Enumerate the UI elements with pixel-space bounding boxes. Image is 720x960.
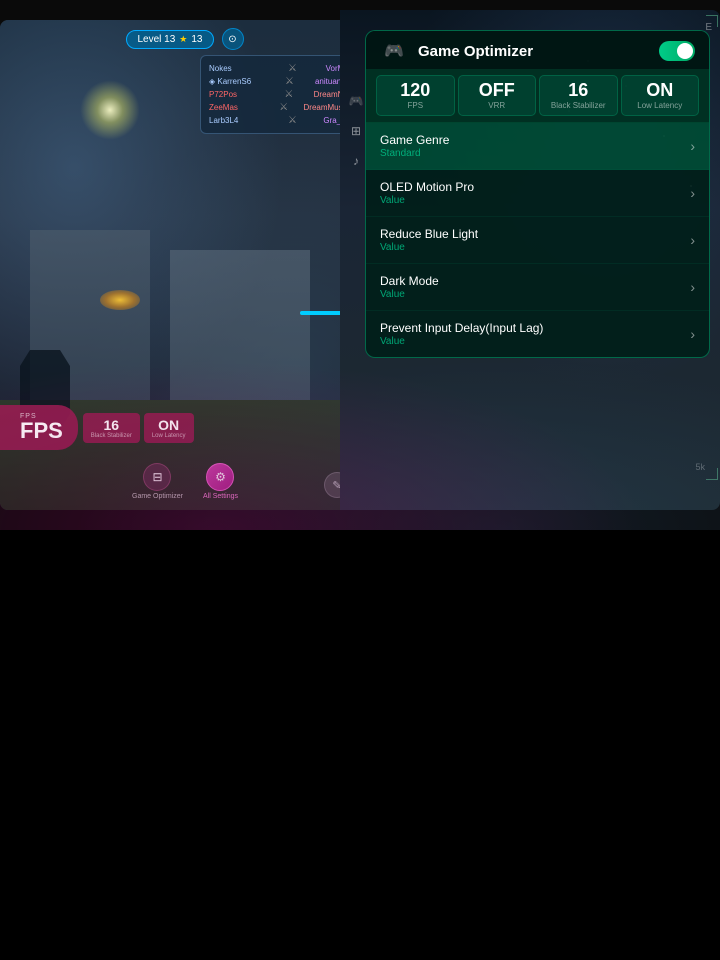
- menu-item-game-genre[interactable]: Game Genre Standard ›: [366, 123, 709, 170]
- side-icon-gamepad[interactable]: 🎮: [345, 90, 367, 112]
- score-row: Larb3L4 ⚔ Gra_YL: [209, 115, 351, 126]
- weapon-icon: ⚔: [288, 115, 297, 126]
- side-icon-display[interactable]: ⊞: [345, 120, 367, 142]
- hud-top-bar: Level 13 ★ 13 ⊙: [0, 28, 370, 50]
- head-icon: ⊙: [222, 28, 244, 50]
- player-name-enemy: ZeeMas: [209, 103, 264, 112]
- score-row: ZeeMas ⚔ DreamMus ▶: [209, 102, 351, 113]
- score-display: 13: [191, 34, 202, 45]
- bottom-glow: [0, 330, 720, 530]
- toggle-switch[interactable]: [659, 41, 695, 61]
- weapon-icon: ⚔: [285, 76, 294, 87]
- game-optimizer-panel: 🎮 Game Optimizer 120 FPS OFF VRR: [365, 30, 710, 358]
- menu-item-dark-mode-title: Dark Mode: [380, 274, 439, 288]
- vrr-stat-value: OFF: [479, 81, 515, 99]
- black-stab-stat-label: Black Stabilizer: [551, 101, 606, 110]
- latency-stat-label: Low Latency: [637, 101, 682, 110]
- side-icon-speaker[interactable]: ♪: [345, 150, 367, 172]
- menu-item-reduce-blue-light-content: Reduce Blue Light Value: [380, 227, 478, 253]
- score-row: Nokes ⚔ VorMat: [209, 63, 351, 74]
- menu-item-reduce-blue-light-value: Value: [380, 242, 478, 253]
- fps-stat-label: FPS: [407, 101, 423, 110]
- panel-title: Game Optimizer: [418, 43, 533, 60]
- fps-stat-item: 120 FPS: [376, 75, 455, 116]
- menu-item-game-genre-title: Game Genre: [380, 133, 449, 147]
- scoreboard: Nokes ⚔ VorMat ◈ KarrenS6 ⚔ anituanS2 P7…: [200, 55, 360, 134]
- menu-item-dark-mode-value: Value: [380, 289, 439, 300]
- optimizer-stats-bar: 120 FPS OFF VRR 16 Black Stabilizer ON L…: [366, 69, 709, 123]
- chevron-right-icon: ›: [690, 232, 695, 248]
- weapon-icon: ⚔: [288, 63, 297, 74]
- menu-item-reduce-blue-light-title: Reduce Blue Light: [380, 227, 478, 241]
- chevron-right-icon: ›: [690, 279, 695, 295]
- menu-item-dark-mode-content: Dark Mode Value: [380, 274, 439, 300]
- black-stab-stat-item: 16 Black Stabilizer: [539, 75, 618, 116]
- menu-item-dark-mode[interactable]: Dark Mode Value ›: [366, 264, 709, 311]
- flashlight-effect: [80, 80, 140, 140]
- latency-stat-item: ON Low Latency: [621, 75, 700, 116]
- menu-item-game-genre-content: Game Genre Standard: [380, 133, 449, 159]
- weapon-icon: ⚔: [284, 89, 293, 100]
- player-name: Larb3L4: [209, 116, 264, 125]
- menu-item-oled-motion-title: OLED Motion Pro: [380, 180, 474, 194]
- weapon-icon: ⚔: [279, 102, 288, 113]
- menu-item-game-genre-value: Standard: [380, 148, 449, 159]
- level-text: Level 13: [137, 34, 175, 45]
- gamepad-icon: 🎮: [380, 41, 408, 61]
- toggle-knob: [677, 43, 693, 59]
- score-row: P72Pos ⚔ DreamNSt: [209, 89, 351, 100]
- slider-fill: [300, 311, 342, 315]
- menu-item-reduce-blue-light[interactable]: Reduce Blue Light Value ›: [366, 217, 709, 264]
- score-row: ◈ KarrenS6 ⚔ anituanS2: [209, 76, 351, 87]
- vrr-stat-item: OFF VRR: [458, 75, 537, 116]
- panel-header-left: 🎮 Game Optimizer: [380, 41, 533, 61]
- level-badge: Level 13 ★ 13: [126, 30, 213, 49]
- player-name: ◈ KarrenS6: [209, 77, 264, 86]
- side-icons: 🎮 ⊞ ♪: [345, 90, 367, 172]
- star-icon: ★: [179, 34, 187, 45]
- vrr-stat-label: VRR: [488, 101, 505, 110]
- menu-item-oled-motion[interactable]: OLED Motion Pro Value ›: [366, 170, 709, 217]
- menu-item-oled-motion-value: Value: [380, 195, 474, 206]
- player-name: Nokes: [209, 64, 264, 73]
- chevron-right-icon: ›: [690, 185, 695, 201]
- fps-stat-value: 120: [400, 81, 430, 99]
- bottom-black-area: [0, 530, 720, 960]
- chevron-right-icon: ›: [690, 138, 695, 154]
- main-screens: Level 13 ★ 13 ⊙ Nokes ⚔ VorMat ◈ KarrenS…: [0, 0, 720, 530]
- latency-stat-value: ON: [646, 81, 673, 99]
- muzzle-flash: [100, 290, 140, 310]
- menu-item-oled-motion-content: OLED Motion Pro Value: [380, 180, 474, 206]
- player-name-enemy: P72Pos: [209, 90, 264, 99]
- black-stab-stat-value: 16: [568, 81, 588, 99]
- panel-header: 🎮 Game Optimizer: [366, 31, 709, 69]
